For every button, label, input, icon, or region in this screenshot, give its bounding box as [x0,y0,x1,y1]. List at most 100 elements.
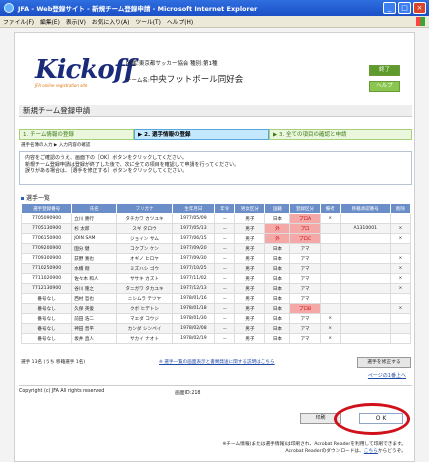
cell-gender: 男子 [234,273,266,284]
cell-transfer: A1310001 [339,223,391,234]
cell-kana: ニシムラ テツヤ [116,293,173,304]
bottom-note: ※チーム情報(または選手情報)は印刷され、Acrobat Readerを利用して… [222,441,406,455]
cell-nationality: 日本 [264,313,291,324]
cell-kana: ミズハシ ゴウ [116,263,173,274]
cell-nationality: 日本 [264,293,291,304]
cell-name: 西村 哲也 [71,293,118,304]
help-button[interactable]: ヘルプ [369,81,400,92]
done-button[interactable]: 終了 [369,65,400,76]
cell-kana: オギノ ヒロヤ [116,253,173,264]
cell-delete: × [389,253,412,264]
cell-remarks [319,293,341,304]
cell-nationality: 外 [264,233,291,244]
cell-reg-type: アマ [289,313,321,324]
table-header: 選手登録番号 氏名 フリガナ 生年月日 年令 男女区分 国籍 登録区分 備考 移… [20,203,412,214]
cell-delete: × [389,283,412,294]
cell-birth: 1978/01/30 [171,313,216,324]
cell-gender: 男子 [234,313,266,324]
cell-delete: × [389,233,412,244]
table-footer: 選手 13名 (うち 移籍選手 1名) ※ 選手一覧の画面表示と書類発送に関する… [21,357,411,369]
cell-nationality: 日本 [264,283,291,294]
cell-reg-no: 番号なし [20,293,73,304]
explanation-link[interactable]: ※ 選手一覧の画面表示と書類発送に関する説明はこちら [159,359,275,365]
cell-remarks: × [319,323,341,334]
cell-delete: × [389,303,412,314]
cell-name: 立川 勝行 [71,213,118,224]
notice-line-3: 誤りがある場合は、［選手を修正する］ボタンをクリックしてください。 [25,168,188,174]
cell-delete: × [389,223,412,234]
windows-flag-icon [416,17,425,26]
menu-file[interactable]: ファイル(F) [3,17,34,26]
divider [19,385,412,386]
table-row: 番号なし 前田 浩二 マエダ コウジ 1978/01/30 －男子 日本 アマ × [20,313,412,324]
cell-birth: 1978/02/19 [171,333,216,344]
col-name: 氏名 [71,203,118,214]
cell-gender: 男子 [234,283,266,294]
menu-favorites[interactable]: お気に入り(A) [92,17,129,26]
cell-transfer [339,293,391,304]
bottom-note-line-1: ※チーム情報(または選手情報)は印刷され、Acrobat Readerを利用して… [222,442,406,447]
cell-reg-type: アマ [289,323,321,334]
col-birth: 生年月日 [171,203,216,214]
cell-age: － [214,293,236,304]
bottom-note-line-2: Acrobat Readerのダウンロードは、こちらからどうぞ。 [285,449,406,454]
cell-transfer [339,333,391,344]
maximize-button[interactable]: □ [398,2,411,14]
cell-name: 神田 晋平 [71,323,118,334]
cell-birth: 1978/01/16 [171,293,216,304]
table-row: 7710250900 水橋 剛ミズハシ ゴウ 1977/10/25 －男子 日本 アマ × [20,263,412,274]
col-reg-no: 選手登録番号 [20,203,73,214]
cell-reg-no: 番号なし [20,303,73,314]
player-list-title: 選手一覧 [21,193,50,202]
cell-name: 佐々木 和人 [71,273,118,284]
cell-reg-no: 7711020900 [20,273,73,284]
cell-nationality: 日本 [264,243,291,254]
menu-tools[interactable]: ツール(T) [135,17,160,26]
fix-players-button[interactable]: 選手を修正する [357,357,411,368]
close-window-button[interactable]: × [413,2,426,14]
menu-edit[interactable]: 編集(E) [40,17,60,26]
col-kana: フリガナ [116,203,173,214]
table-row: 7706150900 JOIN SAM ジョイン サム 1977/06/15 －男子外プ… [20,233,412,244]
content-panel: Kickoff JFA online registration site 所属:… [14,32,415,462]
table-row: 番号なし 西村 哲也 ニシムラ テツヤ 1978/01/16 －男子 日本 アマ [20,293,412,304]
cell-delete: × [389,273,412,284]
table-row: 7705090900 立川 勝行 タチカワ カツユキ 1977/05/09 －男子 日本プ… [20,213,412,224]
cell-reg-type: プロ [289,223,321,234]
cell-reg-no: 7709300900 [20,253,73,264]
minimize-button[interactable]: _ [383,2,396,14]
cell-gender: 男子 [234,213,266,224]
cell-delete [389,333,412,344]
player-table-body: 7705090900 立川 勝行 タチカワ カツユキ 1977/05/09 －男子 日本プ… [20,213,412,344]
cell-kana: ジョイン サム [116,233,173,244]
cell-remarks [319,273,341,284]
cell-nationality: 日本 [264,253,291,264]
cell-transfer [339,253,391,264]
cell-name: 水橋 剛 [71,263,118,274]
menu-view[interactable]: 表示(V) [66,17,86,26]
step-3: ▶ 3. 全ての項目の確認と申請 [269,129,412,140]
cell-remarks [319,283,341,294]
cell-transfer [339,303,391,314]
cell-age: － [214,243,236,254]
col-age: 年令 [214,203,236,214]
cell-kana: カンダ シンペイ [116,323,173,334]
menu-help[interactable]: ヘルプ(H) [167,17,193,26]
cell-age: － [214,303,236,314]
table-row: 7711020900 佐々木 和人 ササキ カズト 1977/11/02 －男子 日本 アマ… [20,273,412,284]
cell-kana: スギ タロウ [116,223,173,234]
acrobat-download-link[interactable]: こちら [364,449,378,454]
screen-id: 画面ID:218 [175,391,201,396]
player-count: 選手 13名 (うち 移籍選手 1名) [21,360,86,365]
cell-birth: 1978/02/08 [171,323,216,334]
page: Kickoff JFA online registration site 所属:… [0,28,429,462]
cell-kana: サカイ ナオト [116,333,173,344]
page-top-link[interactable]: ページの1番上へ [368,372,406,379]
cell-nationality: 日本 [264,323,291,334]
cell-age: － [214,233,236,244]
cell-transfer [339,323,391,334]
cell-reg-no: 7706150900 [20,233,73,244]
cell-nationality: 日本 [264,273,291,284]
cell-kana: タニガワ タカユキ [116,283,173,294]
cell-name: 坂井 直人 [71,333,118,344]
